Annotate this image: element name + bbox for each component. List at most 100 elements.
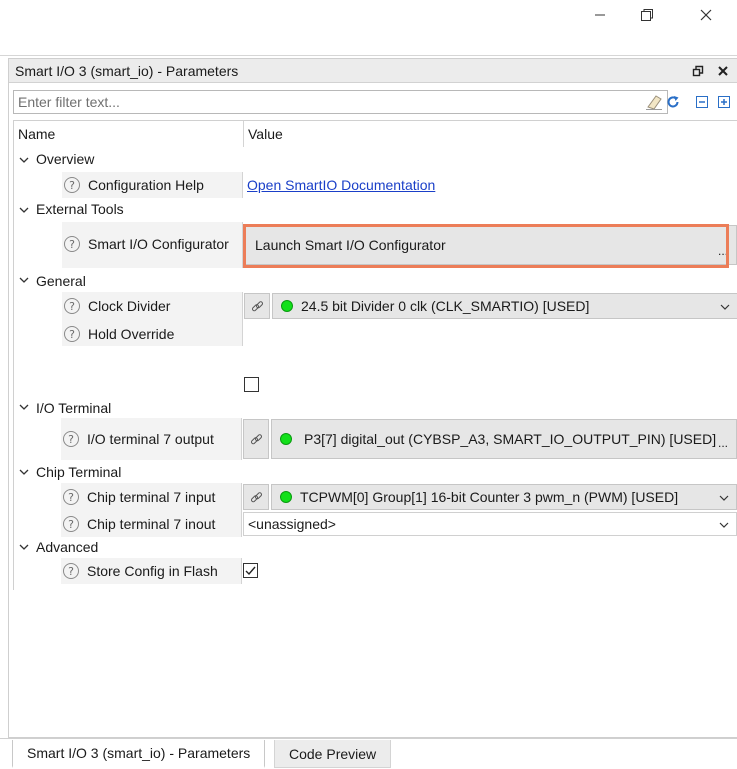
param-row-configuration-help: ? Configuration Help Open SmartIO Docume…	[14, 172, 737, 198]
parameters-panel: Smart I/O 3 (smart_io) - Parameters Name…	[8, 58, 737, 738]
chevron-down-icon[interactable]	[18, 541, 30, 553]
param-name: Chip terminal 7 inout	[87, 516, 216, 532]
tab-parameters[interactable]: Smart I/O 3 (smart_io) - Parameters	[12, 740, 266, 768]
param-row-io-terminal-7-output: ? I/O terminal 7 output P3[7] digital_ou…	[13, 418, 737, 460]
param-row-chip-terminal-7-inout: ? Chip terminal 7 inout <unassigned>	[13, 511, 737, 537]
selector-value: P3[7] digital_out (CYBSP_A3, SMART_IO_OU…	[304, 431, 717, 447]
column-header-value: Value	[248, 126, 283, 142]
button-label: Launch Smart I/O Configurator	[255, 237, 446, 253]
chevron-down-icon[interactable]	[18, 274, 30, 286]
help-icon[interactable]: ?	[63, 563, 79, 579]
category-advanced[interactable]: Advanced	[14, 535, 737, 559]
panel-close-icon[interactable]	[714, 62, 732, 80]
category-label: General	[36, 273, 86, 289]
param-name: Store Config in Flash	[87, 563, 218, 579]
param-name: Configuration Help	[88, 177, 204, 193]
filter-box	[13, 90, 668, 114]
category-overview[interactable]: Overview	[14, 148, 737, 172]
tab-code-preview[interactable]: Code Preview	[274, 740, 392, 768]
chain-link-icon	[251, 300, 263, 311]
param-name: Hold Override	[88, 326, 175, 342]
name-cell: ? Configuration Help	[62, 172, 243, 198]
maximize-icon[interactable]	[689, 62, 707, 80]
collapse-all-icon[interactable]	[693, 93, 711, 111]
name-cell: ? Hold Override	[62, 320, 243, 346]
ellipsis-label: ...	[717, 244, 728, 258]
link-button[interactable]	[243, 484, 269, 510]
param-name: Chip terminal 7 input	[87, 489, 216, 505]
eraser-icon[interactable]	[645, 93, 663, 114]
help-icon[interactable]: ?	[64, 177, 80, 193]
launch-configurator-button[interactable]: Launch Smart I/O Configurator ...	[244, 225, 737, 265]
status-dot-icon	[281, 300, 293, 312]
param-row-hold-override: ? Hold Override	[14, 320, 737, 392]
expand-all-icon[interactable]	[715, 93, 733, 111]
restore-icon[interactable]	[632, 4, 662, 26]
param-row-smart-io-configurator: ? Smart I/O Configurator Launch Smart I/…	[14, 222, 737, 268]
category-label: I/O Terminal	[36, 400, 112, 416]
help-icon[interactable]: ?	[64, 298, 80, 314]
hold-override-checkbox[interactable]	[244, 377, 259, 392]
help-icon[interactable]: ?	[64, 326, 80, 342]
column-header-name: Name	[18, 126, 56, 142]
param-name: Clock Divider	[88, 298, 171, 314]
dropdown-value: 24.5 bit Divider 0 clk (CLK_SMARTIO) [US…	[301, 298, 590, 314]
link-button[interactable]	[244, 293, 270, 319]
column-separator[interactable]	[243, 121, 244, 147]
clock-divider-dropdown[interactable]: 24.5 bit Divider 0 clk (CLK_SMARTIO) [US…	[272, 293, 737, 319]
link-button[interactable]	[243, 419, 269, 459]
chevron-down-icon[interactable]	[18, 204, 30, 216]
param-name: I/O terminal 7 output	[87, 431, 214, 447]
help-icon[interactable]: ?	[63, 516, 79, 532]
chain-link-icon	[250, 491, 262, 502]
window-title-bar	[0, 0, 737, 56]
chip-terminal-inout-dropdown[interactable]: <unassigned>	[243, 512, 737, 536]
chip-terminal-input-dropdown[interactable]: TCPWM[0] Group[1] 16-bit Counter 3 pwm_n…	[271, 484, 737, 510]
close-icon[interactable]	[691, 4, 721, 26]
filter-input[interactable]	[14, 91, 624, 113]
category-general[interactable]: General	[14, 268, 737, 292]
param-row-store-config-in-flash: ? Store Config in Flash	[13, 558, 737, 584]
category-external-tools[interactable]: External Tools	[14, 198, 737, 222]
status-dot-icon	[280, 491, 292, 503]
name-cell: ? Chip terminal 7 inout	[61, 511, 242, 537]
refresh-icon[interactable]	[664, 93, 682, 111]
check-icon	[245, 566, 256, 576]
dropdown-value: <unassigned>	[248, 516, 336, 532]
chevron-down-icon	[719, 495, 729, 501]
bottom-tab-bar: Smart I/O 3 (smart_io) - Parameters Code…	[0, 738, 737, 769]
panel-header: Smart I/O 3 (smart_io) - Parameters	[9, 59, 737, 83]
io-terminal-output-selector[interactable]: P3[7] digital_out (CYBSP_A3, SMART_IO_OU…	[271, 419, 737, 459]
status-dot-icon	[280, 433, 292, 445]
dropdown-value: TCPWM[0] Group[1] 16-bit Counter 3 pwm_n…	[300, 489, 679, 505]
name-cell: ? Store Config in Flash	[61, 558, 242, 584]
chevron-down-icon[interactable]	[18, 154, 30, 166]
store-config-checkbox[interactable]	[243, 563, 258, 578]
name-cell: ? Chip terminal 7 input	[61, 483, 242, 511]
documentation-link[interactable]: Open SmartIO Documentation	[247, 177, 435, 193]
category-label: Overview	[36, 151, 95, 167]
grid-header: Name Value	[14, 121, 737, 147]
category-io-terminal[interactable]: I/O Terminal	[14, 396, 737, 418]
name-cell: ? Clock Divider	[62, 292, 243, 320]
name-cell: ? I/O terminal 7 output	[61, 418, 242, 460]
help-icon[interactable]: ?	[64, 236, 80, 252]
panel-title: Smart I/O 3 (smart_io) - Parameters	[15, 63, 239, 79]
chain-link-icon	[250, 433, 262, 444]
chevron-down-icon[interactable]	[18, 401, 30, 413]
category-chip-terminal[interactable]: Chip Terminal	[14, 461, 737, 483]
param-row-chip-terminal-7-input: ? Chip terminal 7 input TCPWM[0] Group[1…	[13, 483, 737, 511]
chevron-down-icon	[720, 304, 730, 310]
category-label: Chip Terminal	[36, 464, 122, 480]
param-name: Smart I/O Configurator	[88, 236, 229, 252]
category-label: Advanced	[36, 539, 99, 555]
name-cell: ? Smart I/O Configurator	[62, 222, 243, 268]
chevron-down-icon	[719, 522, 729, 528]
chevron-down-icon[interactable]	[18, 466, 30, 478]
help-icon[interactable]: ?	[63, 431, 79, 447]
help-icon[interactable]: ?	[63, 489, 79, 505]
category-label: External Tools	[36, 201, 124, 217]
minimize-icon[interactable]	[585, 4, 615, 26]
param-row-clock-divider: ? Clock Divider 24.5 bit Divider 0 clk (…	[14, 292, 737, 320]
ellipsis-label: ...	[717, 436, 728, 450]
